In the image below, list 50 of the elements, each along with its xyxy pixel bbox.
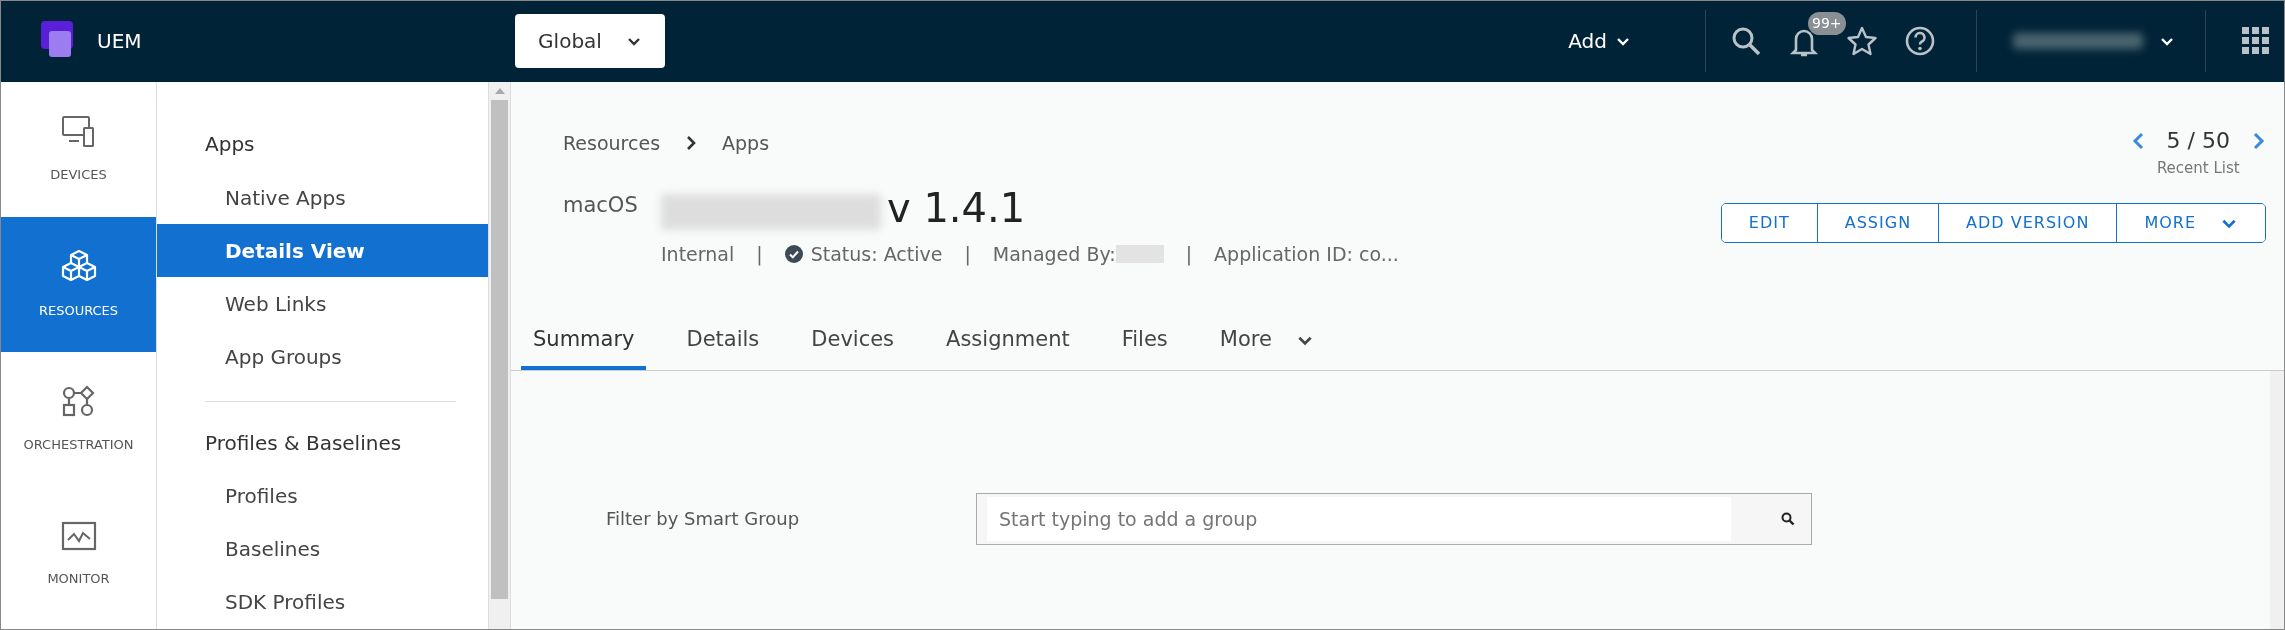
star-icon [1846, 25, 1878, 58]
tab[interactable]: More [1207, 324, 1326, 370]
section-header: Apps [204, 131, 256, 159]
chevron-right-icon [2252, 130, 2266, 151]
status-text: Status: Active [810, 241, 943, 267]
notification-count: 99+ [1808, 12, 1846, 36]
tab[interactable]: Summary [521, 324, 647, 370]
tab[interactable]: Assignment [934, 324, 1082, 370]
action-button[interactable]: ADD VERSION [1938, 204, 2117, 243]
search-icon [1781, 511, 1795, 526]
separator: | [1185, 241, 1193, 268]
action-button[interactable]: MORE [2116, 204, 2265, 243]
separator: | [964, 241, 971, 268]
search-button[interactable] [1730, 25, 1762, 58]
sub-nav-item[interactable]: Details View [157, 224, 488, 278]
devices-icon [60, 114, 97, 149]
favorites-button[interactable] [1846, 25, 1878, 58]
section-header: Profiles & Baselines [204, 430, 403, 458]
meta-text: Managed By: [992, 241, 1116, 267]
organization-dropdown[interactable]: Global [515, 14, 665, 69]
filter-label: Filter by Smart Group [606, 507, 801, 532]
monitor-icon [60, 520, 97, 553]
app-version: v 1.4.1 [887, 185, 1026, 230]
tab[interactable]: Details [674, 324, 772, 370]
grid-icon [2242, 27, 2270, 56]
nav-rail-item[interactable]: RESOURCES [1, 216, 156, 352]
action-button[interactable]: EDIT [1721, 204, 1817, 243]
app-launcher-button[interactable] [2242, 27, 2270, 56]
meta-text: Internal [661, 241, 735, 267]
smart-group-search-field[interactable]: Start typing to add a group [976, 492, 1812, 545]
scrollbar[interactable] [2270, 370, 2284, 629]
help-icon [1904, 25, 1936, 58]
breadcrumb-link[interactable]: Apps [722, 128, 770, 158]
add-menu[interactable]: Add [1562, 25, 1637, 58]
help-button[interactable] [1904, 25, 1936, 58]
pager-position: 5 / 50 [2166, 126, 2230, 155]
pager-caption: Recent List [2156, 157, 2240, 179]
separator: | [756, 241, 763, 268]
chevron-left-icon [2130, 130, 2145, 151]
scrollbar[interactable] [489, 81, 511, 629]
action-button[interactable]: ASSIGN [1816, 204, 1939, 243]
tab[interactable]: Devices [799, 324, 907, 370]
workflow-icon [60, 384, 97, 419]
product-name: UEM [97, 28, 142, 56]
platform-label: macOS [563, 191, 639, 219]
tab[interactable]: Files [1109, 324, 1180, 370]
check-circle-icon [784, 245, 803, 264]
search-icon [1730, 25, 1762, 58]
meta-text: Application ID: co... [1214, 241, 1399, 267]
breadcrumb-link[interactable]: Resources [563, 128, 661, 158]
